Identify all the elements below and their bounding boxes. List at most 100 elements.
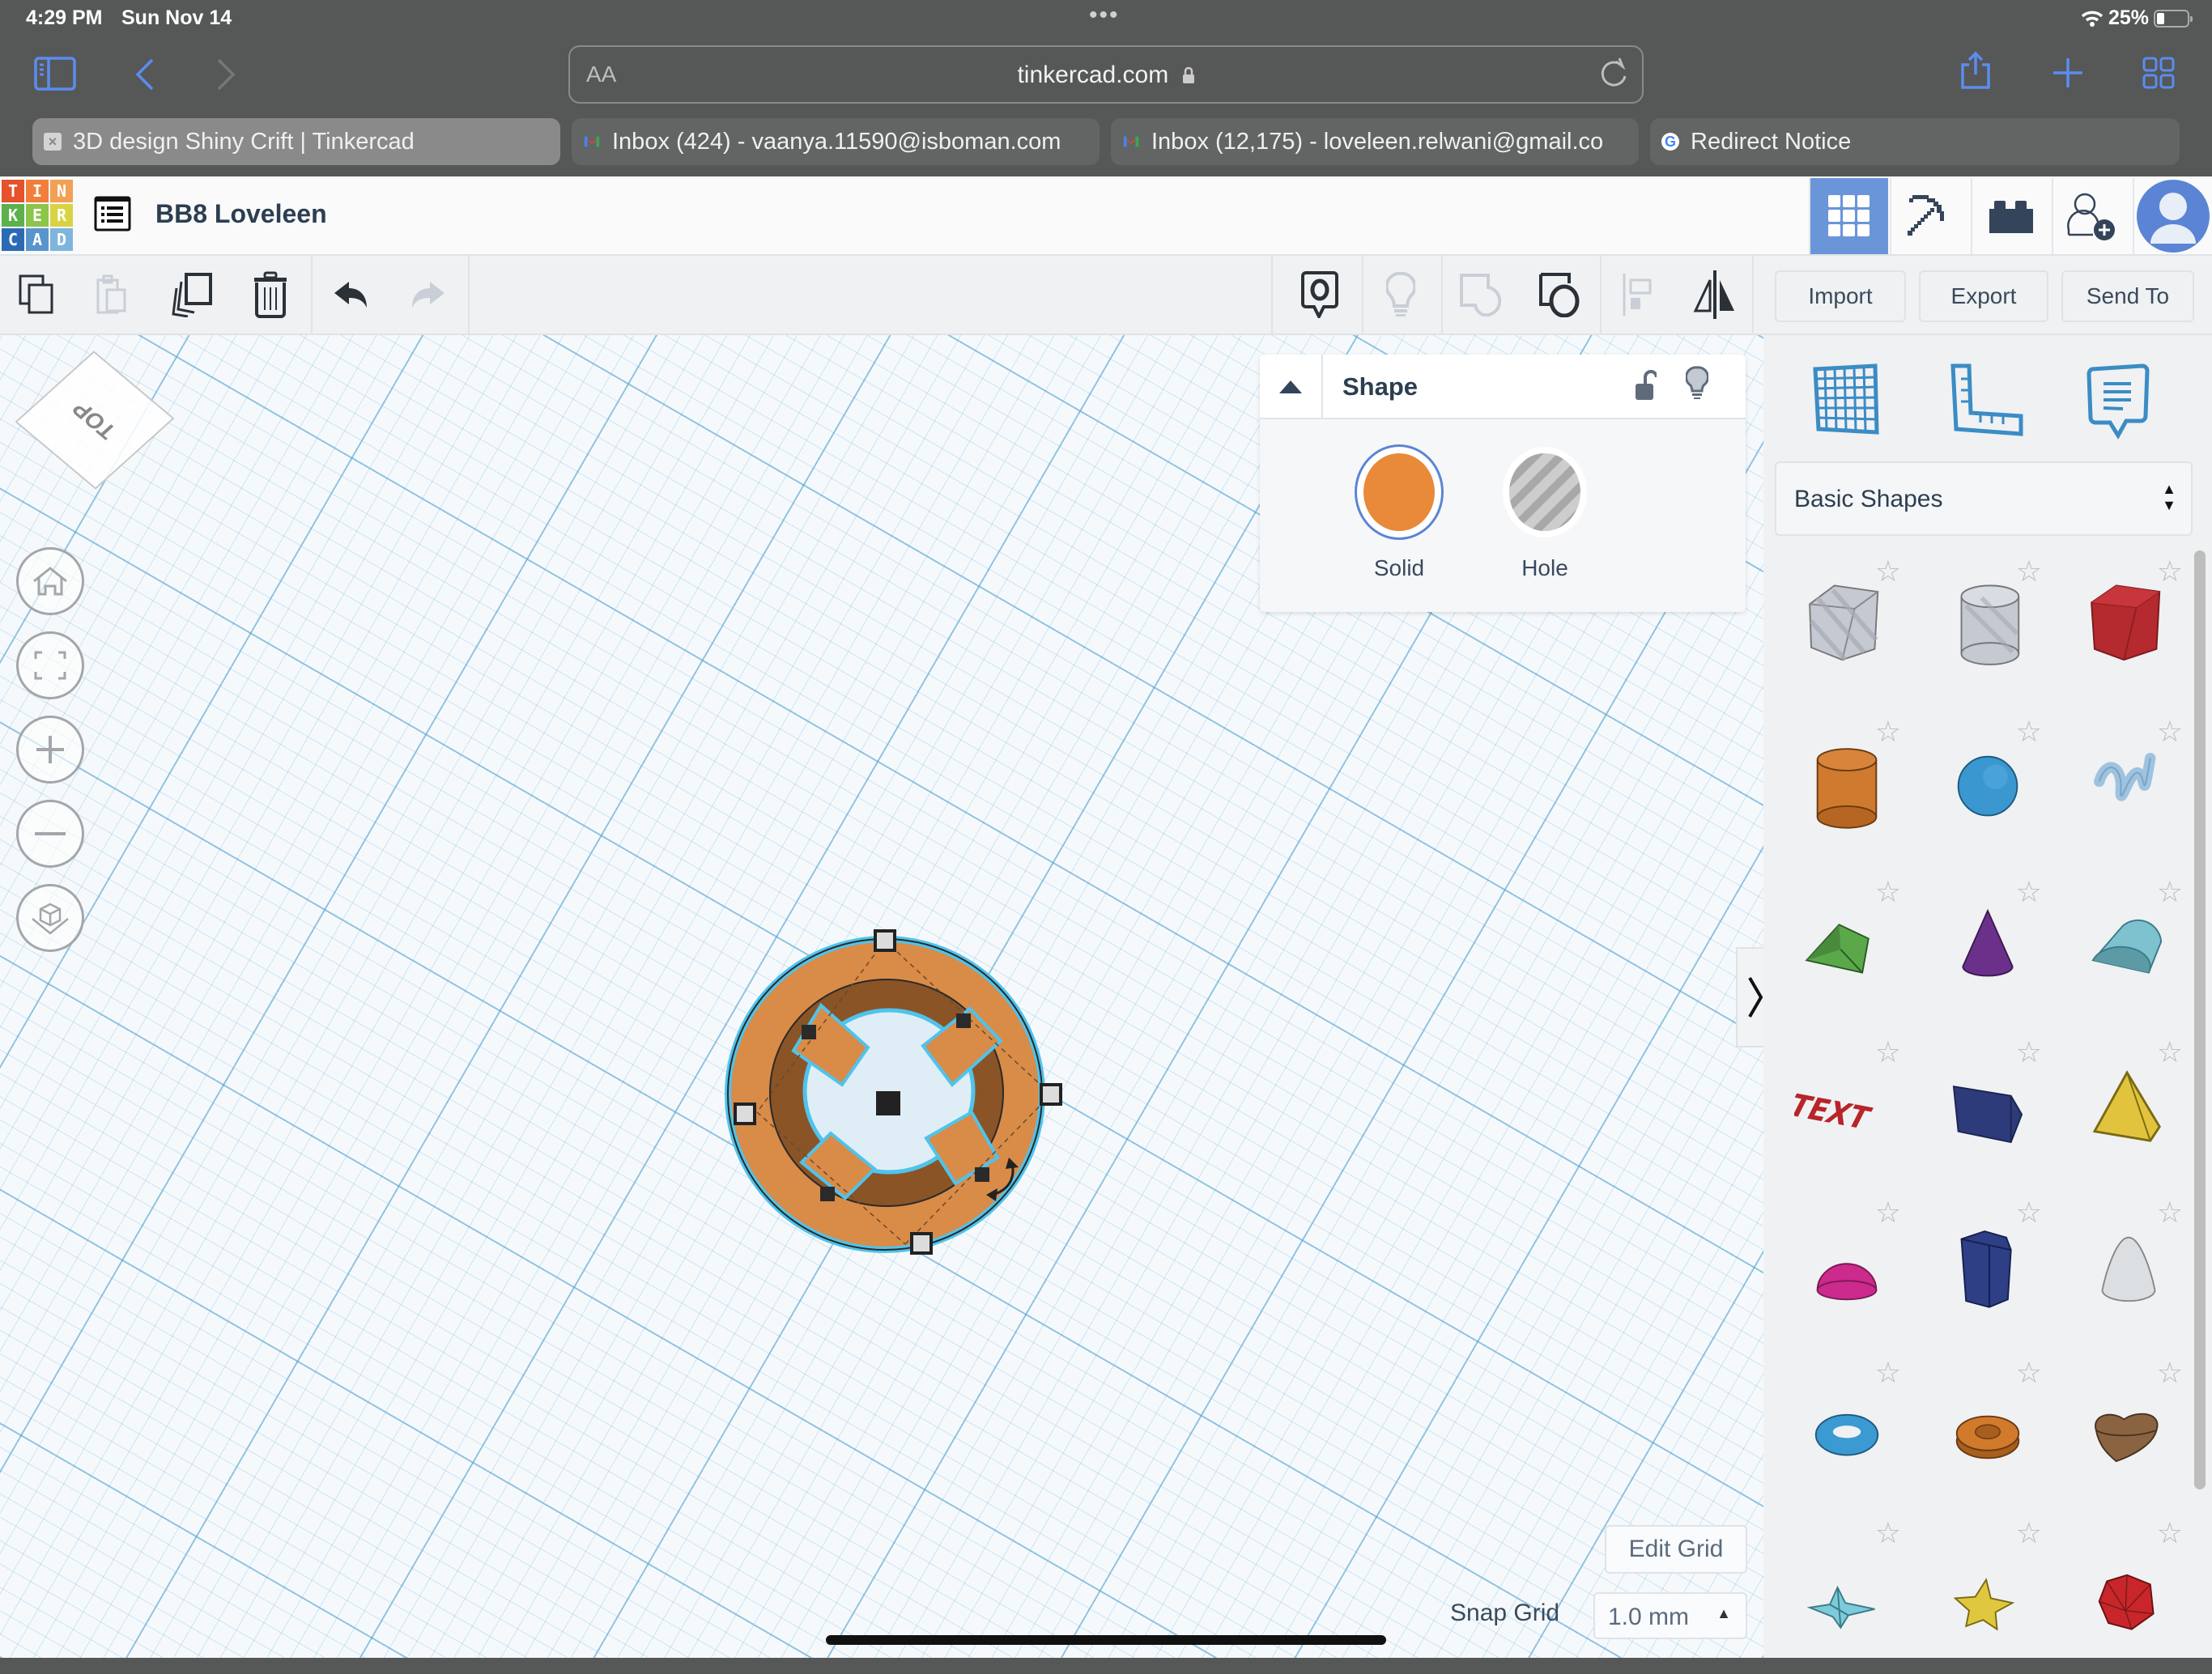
shape-tile-box-hole[interactable]: ☆ <box>1778 550 1916 712</box>
address-bar[interactable]: AA tinkercad.com <box>568 45 1644 104</box>
solid-option[interactable]: Solid <box>1351 447 1448 581</box>
favorite-star-icon[interactable]: ☆ <box>2016 717 2042 746</box>
fit-view-button[interactable] <box>16 631 84 699</box>
shape-tile-half-sphere[interactable]: ☆ <box>1778 1192 1916 1353</box>
invite-user-button[interactable] <box>2052 178 2131 254</box>
selected-shape[interactable] <box>713 926 1069 1266</box>
shape-tile-cylinder[interactable]: ☆ <box>1778 711 1916 873</box>
ungroup-button[interactable] <box>1535 270 1584 319</box>
shape-tile-tube[interactable]: ☆ <box>1919 1352 2057 1514</box>
shape-tile-star[interactable]: ☆ <box>1778 1512 1916 1674</box>
favorite-star-icon[interactable]: ☆ <box>2157 1358 2183 1387</box>
unlock-icon[interactable] <box>1634 369 1657 402</box>
forward-icon[interactable] <box>215 58 236 91</box>
tab-overview-icon[interactable] <box>2142 57 2175 89</box>
shape-tile-pyramid[interactable]: ☆ <box>2060 1031 2197 1193</box>
shape-tile-text[interactable]: TEXT ☆ <box>1778 1031 1916 1193</box>
shape-tile-scribble[interactable]: ☆ <box>2060 711 2197 873</box>
favorite-star-icon[interactable]: ☆ <box>2016 1198 2042 1227</box>
shape-tile-wedge[interactable]: ☆ <box>1919 1031 2057 1193</box>
undo-button[interactable] <box>327 270 376 319</box>
hole-swatch[interactable] <box>1503 447 1587 537</box>
sidebar-toggle-icon[interactable] <box>34 57 76 91</box>
shape-tile-cone[interactable]: ☆ <box>1919 871 2057 1033</box>
favorite-star-icon[interactable]: ☆ <box>2016 1358 2042 1387</box>
design-list-icon[interactable] <box>94 196 131 232</box>
solid-swatch[interactable] <box>1357 447 1441 537</box>
hole-option[interactable]: Hole <box>1496 447 1593 581</box>
align-button[interactable] <box>1613 270 1661 319</box>
lightbulb-icon[interactable] <box>1686 366 1708 400</box>
hint-button[interactable] <box>1376 270 1425 319</box>
ruler-tool-icon[interactable] <box>1942 355 2031 444</box>
profile-avatar-button[interactable] <box>2133 178 2212 254</box>
edit-grid-button[interactable]: Edit Grid <box>1605 1525 1747 1574</box>
shape-tile-box[interactable]: ☆ <box>2060 550 2197 712</box>
design-title[interactable]: BB8 Loveleen <box>155 199 327 229</box>
shape-tile-star-extruded[interactable]: ☆ <box>1919 1512 2057 1674</box>
panel-scrollbar[interactable] <box>2194 550 2206 1489</box>
minecraft-view-button[interactable] <box>1890 178 1969 254</box>
send-to-button[interactable]: Send To <box>2061 270 2194 322</box>
back-icon[interactable] <box>134 58 155 91</box>
snap-grid-select[interactable]: 1.0 mm ▲ <box>1593 1592 1747 1639</box>
favorite-star-icon[interactable]: ☆ <box>2157 1198 2183 1227</box>
shape-tile-cylinder-hole[interactable]: ☆ <box>1919 550 2057 712</box>
favorite-star-icon[interactable]: ☆ <box>1875 1198 1901 1227</box>
redo-button[interactable] <box>403 270 452 319</box>
perspective-toggle-button[interactable] <box>16 884 84 952</box>
shape-tile-torus[interactable]: ☆ <box>1778 1352 1916 1514</box>
shape-tile-round-roof[interactable]: ☆ <box>2060 871 2197 1033</box>
favorite-star-icon[interactable]: ☆ <box>1875 557 1901 586</box>
shape-tile-paraboloid[interactable]: ☆ <box>2060 1192 2197 1353</box>
zoom-out-button[interactable] <box>16 800 84 868</box>
import-button[interactable]: Import <box>1775 270 1906 322</box>
notes-tool-icon[interactable] <box>2074 355 2163 444</box>
favorite-star-icon[interactable]: ☆ <box>2157 557 2183 586</box>
shape-tile-icosahedron[interactable]: ☆ <box>2060 1512 2197 1674</box>
reload-icon[interactable] <box>1598 57 1629 89</box>
safari-tab-gmail-loveleen[interactable]: Inbox (12,175) - loveleen.relwani@gmail.… <box>1111 118 1639 165</box>
close-tab-icon[interactable]: × <box>44 133 62 151</box>
favorite-star-icon[interactable]: ☆ <box>1875 1038 1901 1067</box>
view-cube[interactable]: TOP <box>15 351 175 490</box>
shape-tile-polygon[interactable]: ☆ <box>1919 1192 2057 1353</box>
tinkercad-logo[interactable]: T I N K E R C A D <box>2 180 74 251</box>
delete-button[interactable] <box>246 270 295 319</box>
paste-button[interactable] <box>89 270 138 319</box>
favorite-star-icon[interactable]: ☆ <box>2157 717 2183 746</box>
duplicate-button[interactable] <box>168 270 217 319</box>
notes-button[interactable] <box>1295 270 1344 319</box>
new-tab-icon[interactable] <box>2052 57 2084 89</box>
url-display[interactable]: tinkercad.com <box>570 62 1642 89</box>
favorite-star-icon[interactable]: ☆ <box>2157 1519 2183 1548</box>
zoom-in-button[interactable] <box>16 716 84 784</box>
shape-tile-sphere[interactable]: ☆ <box>1919 711 2057 873</box>
favorite-star-icon[interactable]: ☆ <box>1875 1519 1901 1548</box>
safari-tab-tinkercad[interactable]: × 3D design Shiny Crift | Tinkercad <box>32 118 560 165</box>
export-button[interactable]: Export <box>1919 270 2048 322</box>
favorite-star-icon[interactable]: ☆ <box>2157 1038 2183 1067</box>
multitasking-dots-icon[interactable]: ••• <box>1089 2 1120 29</box>
favorite-star-icon[interactable]: ☆ <box>2016 1038 2042 1067</box>
safari-tab-gmail-vaanya[interactable]: Inbox (424) - vaanya.11590@isboman.com <box>572 118 1100 165</box>
favorite-star-icon[interactable]: ☆ <box>1875 877 1901 907</box>
3d-design-view-button[interactable] <box>1809 178 1888 254</box>
shape-tile-heart[interactable]: ☆ <box>2060 1352 2197 1514</box>
mirror-button[interactable] <box>1691 270 1739 319</box>
shape-category-select[interactable]: Basic Shapes ▲ ▼ <box>1775 461 2193 536</box>
workplane-tool-icon[interactable] <box>1804 355 1893 444</box>
favorite-star-icon[interactable]: ☆ <box>2016 557 2042 586</box>
share-icon[interactable] <box>1959 50 1992 91</box>
safari-tab-redirect[interactable]: G Redirect Notice <box>1650 118 2180 165</box>
collapse-inspector-button[interactable] <box>1260 355 1323 419</box>
lego-bricks-view-button[interactable] <box>1971 178 2050 254</box>
favorite-star-icon[interactable]: ☆ <box>1875 1358 1901 1387</box>
favorite-star-icon[interactable]: ☆ <box>2016 1519 2042 1548</box>
group-button[interactable] <box>1456 270 1504 319</box>
copy-button[interactable] <box>13 270 62 319</box>
favorite-star-icon[interactable]: ☆ <box>2157 877 2183 907</box>
favorite-star-icon[interactable]: ☆ <box>1875 717 1901 746</box>
shape-tile-roof[interactable]: ☆ <box>1778 871 1916 1033</box>
home-view-button[interactable] <box>16 547 84 615</box>
